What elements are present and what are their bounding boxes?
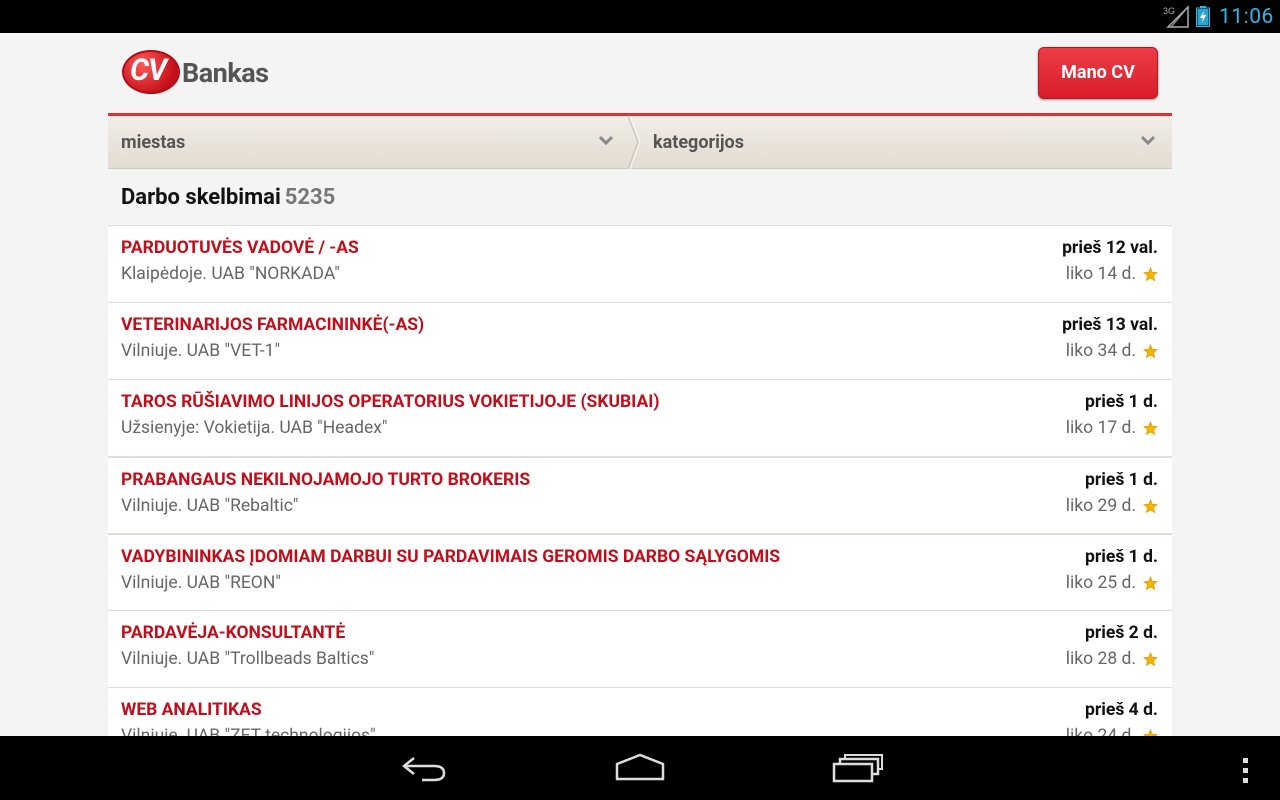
- job-list: PARDUOTUVĖS VADOVĖ / -AS Klaipėdoje. UAB…: [108, 225, 1172, 736]
- job-list-item[interactable]: VADYBININKAS ĮDOMIAM DARBUI SU PARDAVIMA…: [108, 533, 1172, 610]
- signal-icon: 3G: [1163, 5, 1189, 28]
- battery-charging-icon: [1196, 6, 1210, 27]
- job-days-left: liko 24 d.: [1065, 726, 1136, 736]
- mano-cv-button[interactable]: Mano CV: [1038, 47, 1158, 99]
- overflow-menu-icon[interactable]: [1240, 756, 1252, 786]
- page-title: Darbo skelbimai 5235: [121, 185, 335, 210]
- job-posted: prieš 13 val.: [1062, 315, 1158, 335]
- job-posted: prieš 1 d.: [1085, 547, 1158, 567]
- chevron-down-icon: [1140, 135, 1156, 146]
- job-posted: prieš 1 d.: [1085, 392, 1158, 412]
- job-company: Vilniuje. UAB "Trollbeads Baltics": [121, 649, 375, 669]
- job-list-item[interactable]: PARDUOTUVĖS VADOVĖ / -AS Klaipėdoje. UAB…: [108, 225, 1172, 302]
- svg-text:3G: 3G: [1163, 6, 1175, 16]
- job-company: Vilniuje. UAB "VET-1": [121, 341, 281, 361]
- star-icon[interactable]: [1143, 576, 1158, 591]
- job-list-item[interactable]: VETERINARIJOS FARMACININKĖ(-AS) Vilniuje…: [108, 302, 1172, 379]
- navigation-bar: [0, 736, 1280, 800]
- job-posted: prieš 12 val.: [1062, 238, 1158, 258]
- job-title: WEB ANALITIKAS: [121, 700, 262, 720]
- job-days-left: liko 17 d.: [1065, 418, 1136, 438]
- category-filter-dropdown[interactable]: kategorijos: [640, 116, 1172, 169]
- star-icon[interactable]: [1143, 499, 1158, 514]
- job-company: Užsienyje: Vokietija. UAB "Headex": [121, 418, 388, 438]
- job-list-item[interactable]: PARDAVĖJA-KONSULTANTĖ Vilniuje. UAB "Tro…: [108, 610, 1172, 687]
- job-title: PRABANGAUS NEKILNOJAMOJO TURTO BROKERIS: [121, 470, 531, 490]
- job-posted: prieš 2 d.: [1085, 623, 1158, 643]
- job-company: Vilniuje. UAB "Rebaltic": [121, 496, 299, 516]
- star-icon[interactable]: [1143, 729, 1158, 736]
- logo-bankas-text: Bankas: [182, 57, 269, 89]
- city-filter-label: miestas: [121, 132, 186, 153]
- back-icon[interactable]: [400, 752, 448, 784]
- logo-cv-text: CV: [130, 53, 167, 88]
- job-title: VETERINARIJOS FARMACININKĖ(-AS): [121, 315, 425, 335]
- star-icon[interactable]: [1143, 344, 1158, 359]
- job-days-left: liko 25 d.: [1065, 573, 1136, 593]
- header: CV Bankas Mano CV: [108, 33, 1172, 113]
- clock: 11:06: [1219, 5, 1274, 29]
- job-days-left: liko 28 d.: [1065, 649, 1136, 669]
- job-list-item[interactable]: TAROS RŪŠIAVIMO LINIJOS OPERATORIUS VOKI…: [108, 379, 1172, 456]
- job-posted: prieš 4 d.: [1085, 700, 1158, 720]
- section-header: Darbo skelbimai 5235: [108, 169, 1172, 225]
- status-bar: 3G 11:06: [0, 0, 1280, 33]
- category-filter-label: kategorijos: [653, 132, 744, 153]
- filter-bar: miestas kategorijos: [108, 116, 1172, 169]
- job-title: TAROS RŪŠIAVIMO LINIJOS OPERATORIUS VOKI…: [121, 392, 660, 412]
- job-company: Vilniuje. UAB "REON": [121, 573, 281, 593]
- job-title: VADYBININKAS ĮDOMIAM DARBUI SU PARDAVIMA…: [121, 547, 781, 567]
- job-count: 5235: [284, 185, 336, 210]
- job-list-item[interactable]: PRABANGAUS NEKILNOJAMOJO TURTO BROKERIS …: [108, 456, 1172, 533]
- star-icon[interactable]: [1143, 652, 1158, 667]
- job-days-left: liko 29 d.: [1065, 496, 1136, 516]
- home-icon[interactable]: [614, 752, 666, 784]
- star-icon[interactable]: [1143, 421, 1158, 436]
- job-company: Klaipėdoje. UAB "NORKADA": [121, 264, 340, 284]
- job-title: PARDUOTUVĖS VADOVĖ / -AS: [121, 238, 359, 258]
- city-filter-dropdown[interactable]: miestas: [108, 116, 628, 169]
- job-company: Vilniuje. UAB "ZET technologijos": [121, 726, 376, 736]
- star-icon[interactable]: [1143, 267, 1158, 282]
- section-title-text: Darbo skelbimai: [121, 185, 281, 210]
- job-days-left: liko 14 d.: [1065, 264, 1136, 284]
- job-title: PARDAVĖJA-KONSULTANTĖ: [121, 623, 346, 643]
- app-content: CV Bankas Mano CV miestas kategorijos Da…: [0, 33, 1280, 736]
- recent-apps-icon[interactable]: [832, 752, 884, 784]
- job-posted: prieš 1 d.: [1085, 470, 1158, 490]
- job-days-left: liko 34 d.: [1065, 341, 1136, 361]
- job-list-item[interactable]: WEB ANALITIKAS Vilniuje. UAB "ZET techno…: [108, 687, 1172, 736]
- chevron-down-icon: [598, 135, 614, 146]
- cvbankas-logo[interactable]: CV Bankas: [120, 47, 276, 97]
